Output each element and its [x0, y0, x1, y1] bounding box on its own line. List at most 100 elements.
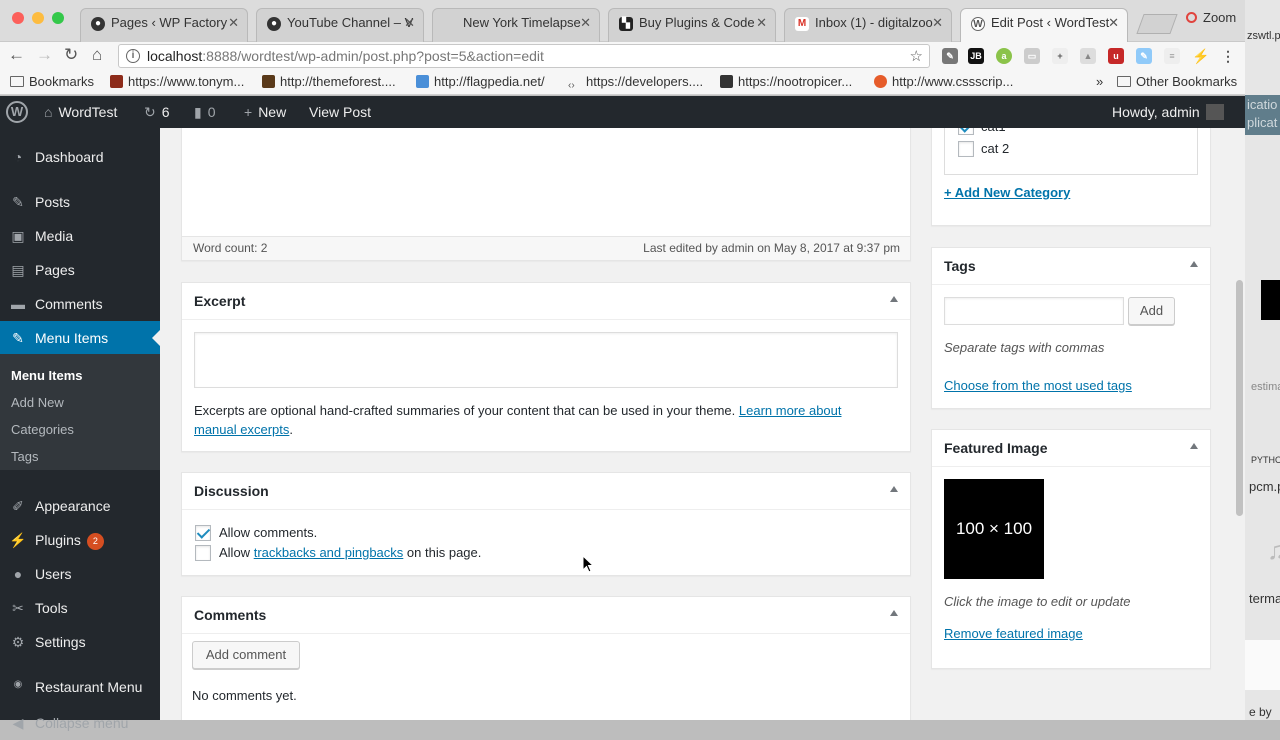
sidebar-item-media[interactable]: ▣ Media — [0, 219, 160, 253]
maximize-window-button[interactable] — [52, 12, 64, 24]
browser-tab[interactable]: ● Pages ‹ WP Factory ✕ — [80, 8, 248, 42]
close-tab-icon[interactable]: ✕ — [1108, 15, 1119, 31]
category-checkbox[interactable] — [958, 141, 974, 157]
close-tab-icon[interactable]: ✕ — [228, 15, 239, 31]
sidebar-item-posts[interactable]: ✎ Posts — [0, 185, 160, 219]
submenu-menu-items[interactable]: Menu Items — [11, 368, 83, 383]
sidebar-item-plugins[interactable]: ⚡ Plugins 2 — [0, 523, 160, 557]
trackbacks-link[interactable]: trackbacks and pingbacks — [254, 545, 404, 560]
post-editor-area[interactable]: Word count: 2 Last edited by admin on Ma… — [181, 128, 911, 261]
reload-icon[interactable]: ↻ — [64, 45, 78, 65]
manual-excerpts-link[interactable]: manual excerpts — [194, 422, 289, 437]
bookmark-item[interactable]: http://themeforest.... — [262, 74, 396, 89]
remove-featured-image-link[interactable]: Remove featured image — [944, 626, 1083, 641]
sidebar-item-menu-items[interactable]: ✎ Menu Items — [0, 321, 160, 355]
address-bar[interactable]: i localhost:8888/wordtest/wp-admin/post.… — [118, 44, 930, 68]
new-tab-button[interactable] — [1136, 14, 1178, 34]
sidebar-item-settings[interactable]: ⚙ Settings — [0, 625, 160, 659]
home-icon[interactable]: ⌂ — [92, 45, 102, 65]
collapse-toggle-icon[interactable] — [1190, 261, 1198, 267]
bookmark-item[interactable]: https://nootropicer... — [720, 74, 852, 89]
submenu-add-new[interactable]: Add New — [11, 395, 64, 410]
bookmark-item[interactable]: https://www.tonym... — [110, 74, 244, 89]
page-scrollbar[interactable] — [1233, 128, 1245, 720]
allow-trackbacks-checkbox[interactable] — [195, 545, 211, 561]
extension-icon[interactable]: ≡ — [1164, 48, 1180, 64]
extension-icon[interactable]: ✎ — [942, 48, 958, 64]
close-window-button[interactable] — [12, 12, 24, 24]
close-tab-icon[interactable]: ✕ — [756, 15, 767, 31]
site-name-link[interactable]: ⌂ WordTest — [44, 104, 117, 120]
new-content-link[interactable]: + New — [244, 104, 286, 120]
plus-icon[interactable]: + — [1052, 48, 1068, 64]
sidebar-item-users[interactable]: ● Users — [0, 557, 160, 591]
zoom-indicator[interactable]: Zoom — [1186, 10, 1236, 25]
wordpress-logo-icon[interactable]: W — [6, 101, 28, 123]
extension-icon[interactable]: ▭ — [1024, 48, 1040, 64]
browser-tab[interactable]: M Inbox (1) - digitalzoo ✕ — [784, 8, 952, 42]
plus-icon: + — [244, 104, 253, 120]
close-tab-icon[interactable]: ✕ — [932, 15, 943, 31]
comments-link[interactable]: ▮ 0 — [194, 104, 216, 121]
divider — [932, 284, 1210, 285]
bookmark-item[interactable]: http://flagpedia.net/ — [416, 74, 545, 89]
updates-link[interactable]: ↻ 6 — [144, 104, 170, 121]
submenu-categories[interactable]: Categories — [11, 422, 74, 437]
collapse-toggle-icon[interactable] — [1190, 443, 1198, 449]
my-account-link[interactable]: Howdy, admin — [1112, 104, 1224, 120]
browser-tab[interactable]: ▚ Buy Plugins & Code ✕ — [608, 8, 776, 42]
more-bookmarks-chevron[interactable]: » — [1096, 74, 1103, 89]
other-bookmarks[interactable]: Other Bookmarks — [1117, 74, 1237, 89]
add-comment-button[interactable]: Add comment — [192, 641, 300, 669]
lightning-icon[interactable]: ⚡ — [1192, 48, 1209, 64]
new-tag-input[interactable] — [944, 297, 1124, 325]
divider — [182, 509, 910, 510]
minimize-window-button[interactable] — [32, 12, 44, 24]
browser-tab-active[interactable]: W Edit Post ‹ WordTest ✕ — [960, 8, 1128, 42]
sidebar-item-appearance[interactable]: ✐ Appearance — [0, 489, 160, 523]
android-icon[interactable]: a — [996, 48, 1012, 64]
excerpt-help-text: Excerpts are optional hand-crafted summa… — [194, 403, 842, 418]
folder-icon — [10, 76, 24, 87]
collapse-toggle-icon[interactable] — [890, 296, 898, 302]
sidebar-item-dashboard[interactable]: ◔ Dashboard — [0, 140, 160, 174]
drive-icon[interactable]: ▲ — [1080, 48, 1096, 64]
back-arrow-icon[interactable]: ← — [8, 45, 25, 65]
jetbrains-icon[interactable]: JB — [968, 48, 984, 64]
learn-more-link[interactable]: Learn more about — [739, 403, 842, 418]
forward-arrow-icon[interactable]: → — [36, 45, 53, 65]
bookmark-item[interactable]: Bookmarks — [10, 74, 94, 89]
add-new-category-link[interactable]: + Add New Category — [944, 185, 1070, 200]
wrench-icon: ✂ — [12, 600, 24, 616]
browser-tab[interactable]: ● YouTube Channel – V ✕ — [256, 8, 424, 42]
sidebar-item-comments[interactable]: ▬ Comments — [0, 287, 160, 321]
sidebar-item-pages[interactable]: ▤ Pages — [0, 253, 160, 287]
sidebar-item-tools[interactable]: ✂ Tools — [0, 591, 160, 625]
dashboard-icon: ◔ — [13, 149, 23, 165]
ublock-icon[interactable]: u — [1108, 48, 1124, 64]
view-post-link[interactable]: View Post — [309, 104, 371, 120]
info-icon[interactable]: i — [126, 49, 140, 63]
add-tag-button[interactable]: Add — [1128, 297, 1175, 325]
choose-most-used-tags-link[interactable]: Choose from the most used tags — [944, 378, 1132, 393]
collapse-toggle-icon[interactable] — [890, 486, 898, 492]
submenu-tags[interactable]: Tags — [11, 449, 38, 464]
scrollbar-thumb[interactable] — [1236, 280, 1243, 516]
category-label: cat 2 — [981, 141, 1010, 156]
edit-icon[interactable]: ✎ — [1136, 48, 1152, 64]
featured-image-thumbnail[interactable]: 100 × 100 — [944, 479, 1044, 579]
collapse-toggle-icon[interactable] — [890, 610, 898, 616]
bookmark-item[interactable]: ‹› https://developers.... — [568, 74, 703, 93]
github-icon: ● — [91, 17, 105, 31]
collapse-menu-button[interactable]: ◀ Collapse menu — [0, 706, 160, 740]
sidebar-item-restaurant-menu[interactable]: ◉ Restaurant Menu — [0, 670, 160, 704]
category-checkbox[interactable] — [958, 128, 974, 135]
bookmark-item[interactable]: http://www.cssscrip... — [874, 74, 1013, 89]
close-tab-icon[interactable]: ✕ — [404, 15, 415, 31]
menu-dots-icon[interactable]: ⋮ — [1220, 48, 1236, 64]
excerpt-textarea[interactable] — [194, 332, 898, 388]
allow-comments-checkbox[interactable] — [195, 525, 211, 541]
bookmark-star-icon[interactable]: ☆ — [910, 47, 923, 65]
close-tab-icon[interactable]: ✕ — [580, 15, 591, 31]
browser-tab[interactable]: New York Timelapse ✕ — [432, 8, 600, 42]
